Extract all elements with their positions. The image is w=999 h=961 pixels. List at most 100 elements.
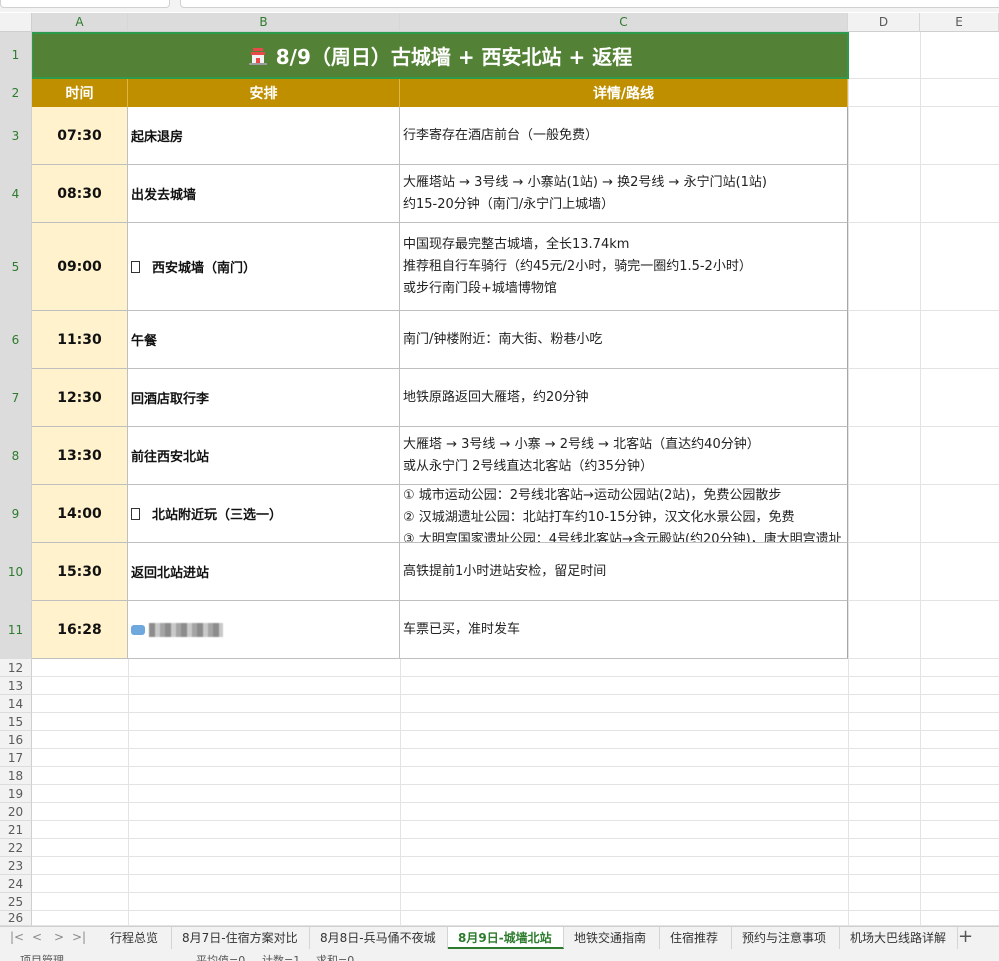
detail-line: 车票已买，准时发车 — [403, 621, 521, 637]
row-header-16[interactable]: 16 — [0, 731, 32, 749]
sheet-tab[interactable]: 住宿推荐 — [660, 927, 732, 949]
detail-line: 行李寄存在酒店前台（一般免费） — [403, 127, 599, 143]
sheet-tab[interactable]: 机场大巴线路详解 — [840, 927, 958, 949]
row-header-5[interactable]: 5 — [0, 223, 32, 311]
time-cell[interactable]: 14:00 — [32, 485, 128, 543]
row-header-2[interactable]: 2 — [0, 79, 32, 107]
sheet-tab[interactable]: 8月9日-城墙北站 — [448, 927, 564, 949]
first-sheet-icon[interactable]: |< — [10, 930, 24, 944]
sheet-tab[interactable]: 8月7日-住宿方案对比 — [172, 927, 310, 949]
gridline — [32, 766, 999, 767]
select-all-corner[interactable] — [0, 13, 32, 32]
column-header-e[interactable]: E — [920, 13, 999, 32]
redacted-text — [149, 622, 223, 637]
name-box[interactable] — [0, 0, 170, 8]
plan-cell[interactable]: 回酒店取行李 — [128, 369, 400, 427]
time-cell[interactable]: 11:30 — [32, 311, 128, 369]
time-cell[interactable]: 13:30 — [32, 427, 128, 485]
header-time[interactable]: 时间 — [32, 79, 128, 107]
row-header-10[interactable]: 10 — [0, 543, 32, 601]
time-cell[interactable]: 15:30 — [32, 543, 128, 601]
detail-cell[interactable]: 车票已买，准时发车 — [400, 601, 848, 659]
plan-cell[interactable]: 出发去城墙 — [128, 165, 400, 223]
time-cell[interactable]: 08:30 — [32, 165, 128, 223]
column-header-d[interactable]: D — [848, 13, 920, 32]
sheet-tab[interactable]: 地铁交通指南 — [564, 927, 660, 949]
plan-label: 出发去城墙 — [131, 188, 197, 203]
row-header-3[interactable]: 3 — [0, 107, 32, 165]
column-header-c[interactable]: C — [400, 13, 848, 32]
row-header-21[interactable]: 21 — [0, 821, 32, 839]
detail-cell[interactable]: 大雁塔站 → 3号线 → 小寨站(1站) → 换2号线 → 永宁门站(1站) 约1… — [400, 165, 848, 223]
formula-input[interactable] — [180, 0, 999, 8]
row-header-4[interactable]: 4 — [0, 165, 32, 223]
plan-label: 西安城墙（南门） — [152, 261, 257, 276]
time-cell[interactable]: 16:28 — [32, 601, 128, 659]
gridline — [848, 164, 999, 165]
column-header-b[interactable]: B — [128, 13, 400, 32]
row-header-9[interactable]: 9 — [0, 485, 32, 543]
plan-cell[interactable] — [128, 601, 400, 659]
row-header-8[interactable]: 8 — [0, 427, 32, 485]
project-management[interactable]: 项目管理 — [20, 952, 64, 961]
row-header-22[interactable]: 22 — [0, 839, 32, 857]
time-cell[interactable]: 12:30 — [32, 369, 128, 427]
sheet-tab[interactable]: 行程总览 — [100, 927, 172, 949]
header-detail[interactable]: 详情/路线 — [400, 79, 848, 107]
plan-label: 午餐 — [131, 334, 158, 349]
row-header-13[interactable]: 13 — [0, 677, 32, 695]
row-header-11[interactable]: 11 — [0, 601, 32, 659]
row-header-26[interactable]: 26 — [0, 911, 32, 926]
missing-glyph-icon — [131, 507, 140, 520]
row-header-15[interactable]: 15 — [0, 713, 32, 731]
plan-cell[interactable]: 起床退房 — [128, 107, 400, 165]
plan-label: 前往西安北站 — [131, 450, 210, 465]
page-title: 8/9（周日）古城墙 + 西安北站 + 返程 — [275, 45, 633, 69]
row-header-7[interactable]: 7 — [0, 369, 32, 427]
row-header-18[interactable]: 18 — [0, 767, 32, 785]
gridline — [32, 838, 999, 839]
detail-line: ① 城市运动公园：2号线北客站→运动公园站(2站)，免费公园散步 — [403, 488, 782, 503]
detail-cell[interactable]: ① 城市运动公园：2号线北客站→运动公园站(2站)，免费公园散步 ② 汉城湖遗址公… — [400, 485, 848, 543]
plan-cell[interactable]: 返回北站进站 — [128, 543, 400, 601]
plan-label: 回酒店取行李 — [131, 392, 210, 407]
detail-cell[interactable]: 大雁塔 → 3号线 → 小寨 → 2号线 → 北客站（直达约40分钟） 或从永宁门… — [400, 427, 848, 485]
row-header-19[interactable]: 19 — [0, 785, 32, 803]
last-sheet-icon[interactable]: >| — [72, 930, 86, 944]
title-cell[interactable]: 8/9（周日）古城墙 + 西安北站 + 返程 — [31, 32, 849, 79]
detail-cell[interactable]: 高铁提前1小时进站安检，留足时间 — [400, 543, 848, 601]
time-cell[interactable]: 09:00 — [32, 223, 128, 311]
row-header-20[interactable]: 20 — [0, 803, 32, 821]
detail-cell[interactable]: 行李寄存在酒店前台（一般免费） — [400, 107, 848, 165]
formula-bar-area — [0, 0, 999, 12]
time-cell[interactable]: 07:30 — [32, 107, 128, 165]
prev-sheet-icon[interactable]: < — [32, 930, 42, 944]
plan-cell[interactable]: 西安城墙（南门） — [128, 223, 400, 311]
row-header-17[interactable]: 17 — [0, 749, 32, 767]
row-header-12[interactable]: 12 — [0, 659, 32, 677]
gridline — [32, 694, 999, 695]
row-header-14[interactable]: 14 — [0, 695, 32, 713]
row-header-1[interactable]: 1 — [0, 32, 32, 79]
detail-cell[interactable]: 中国现存最完整古城墙，全长13.74km 推荐租自行车骑行（约45元/2小时，骑完… — [400, 223, 848, 311]
detail-cell[interactable]: 地铁原路返回大雁塔，约20分钟 — [400, 369, 848, 427]
sheet-tab[interactable]: 预约与注意事项 — [732, 927, 840, 949]
row-header-23[interactable]: 23 — [0, 857, 32, 875]
detail-cell[interactable]: 南门/钟楼附近：南大街、粉巷小吃 — [400, 311, 848, 369]
gridline — [32, 820, 999, 821]
row-header-6[interactable]: 6 — [0, 311, 32, 369]
header-plan[interactable]: 安排 — [128, 79, 400, 107]
column-header-a[interactable]: A — [32, 13, 128, 32]
add-sheet-icon[interactable]: + — [958, 927, 973, 947]
detail-line: ③ 大明宫国家遗址公园：4号线北客站→含元殿站(约20分钟)，唐大明宫遗址 — [403, 532, 842, 543]
gridline — [848, 368, 999, 369]
gridline — [848, 310, 999, 311]
train-icon — [131, 624, 145, 635]
sheet-tab[interactable]: 8月8日-兵马俑不夜城 — [310, 927, 448, 949]
plan-cell[interactable]: 午餐 — [128, 311, 400, 369]
plan-cell[interactable]: 北站附近玩（三选一） — [128, 485, 400, 543]
row-header-24[interactable]: 24 — [0, 875, 32, 893]
plan-cell[interactable]: 前往西安北站 — [128, 427, 400, 485]
next-sheet-icon[interactable]: > — [54, 930, 64, 944]
row-header-25[interactable]: 25 — [0, 893, 32, 911]
